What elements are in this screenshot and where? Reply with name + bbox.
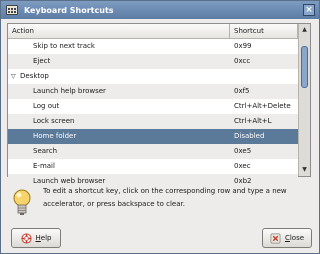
table-row[interactable]: E-mail 0xec: [8, 159, 298, 174]
action-label: Launch help browser: [33, 87, 106, 95]
expander-icon[interactable]: ▽: [11, 69, 20, 84]
action-cell: Lock screen: [8, 114, 234, 129]
table-row[interactable]: Skip to next track 0x99: [8, 39, 298, 54]
help-button[interactable]: Help: [11, 228, 61, 248]
hint-area: To edit a shortcut key, click on the cor…: [11, 185, 311, 221]
scroll-up-arrow-icon[interactable]: ▲: [299, 25, 310, 35]
title-bar[interactable]: Keyboard Shortcuts ×: [1, 1, 319, 19]
action-cell: Home folder: [8, 129, 234, 144]
action-label: Lock screen: [33, 117, 75, 125]
shortcut-cell: Ctrl+Alt+L: [234, 117, 272, 125]
table-group-row[interactable]: ▽ Desktop: [8, 69, 298, 84]
close-button[interactable]: Close: [262, 228, 312, 248]
lifebuoy-icon: [20, 232, 32, 244]
close-button-label: Close: [284, 234, 305, 242]
table-body: Skip to next track 0x99 Eject 0xcc ▽ Desktop L…: [8, 39, 298, 189]
action-cell: E-mail: [8, 159, 234, 174]
shortcut-cell: 0x99: [234, 42, 252, 50]
scrollbar-thumb[interactable]: [301, 46, 308, 88]
action-label: Eject: [33, 57, 51, 65]
shortcut-cell: Ctrl+Alt+Delete: [234, 102, 291, 110]
column-header-action[interactable]: Action: [8, 24, 230, 38]
vertical-scrollbar[interactable]: ▲ ▼: [298, 24, 310, 176]
table-row[interactable]: Launch help browser 0xf5: [8, 84, 298, 99]
shortcut-cell: 0xf5: [234, 87, 250, 95]
hint-text: To edit a shortcut key, click on the cor…: [43, 187, 287, 208]
column-header-shortcut[interactable]: Shortcut: [230, 24, 298, 38]
keyboard-icon: [6, 5, 18, 15]
shortcut-cell: 0xe5: [234, 147, 252, 155]
table-row[interactable]: Search 0xe5: [8, 144, 298, 159]
shortcut-cell: [234, 69, 298, 84]
scroll-down-arrow-icon[interactable]: ▼: [299, 165, 310, 175]
table-row[interactable]: Home folder Disabled: [8, 129, 298, 144]
table-row[interactable]: Log out Ctrl+Alt+Delete: [8, 99, 298, 114]
action-label: Launch web browser: [33, 177, 106, 185]
table-row[interactable]: Eject 0xcc: [8, 54, 298, 69]
window-title: Keyboard Shortcuts: [24, 5, 114, 15]
table-row[interactable]: Lock screen Ctrl+Alt+L: [8, 114, 298, 129]
help-button-label: Help: [35, 234, 52, 242]
shortcut-cell: 0xec: [234, 162, 251, 170]
keyboard-shortcuts-window: Keyboard Shortcuts × Action Shortcut Ski…: [0, 0, 320, 254]
shortcut-cell: 0xcc: [234, 57, 251, 65]
action-cell: Log out: [8, 99, 234, 114]
action-cell: Search: [8, 144, 234, 159]
close-icon: [270, 233, 281, 243]
action-cell: Skip to next track: [8, 39, 234, 54]
table-header: Action Shortcut: [8, 24, 298, 39]
action-label: Skip to next track: [33, 42, 95, 50]
action-label: Home folder: [33, 132, 77, 140]
action-label: Desktop: [20, 72, 49, 80]
action-label: E-mail: [33, 162, 55, 170]
action-cell: Launch help browser: [8, 84, 234, 99]
shortcuts-list[interactable]: Action Shortcut Skip to next track 0x99 Ej…: [7, 23, 311, 189]
action-label: Search: [33, 147, 58, 155]
shortcut-cell: Disabled: [234, 132, 265, 140]
action-label: Log out: [33, 102, 60, 110]
action-cell: ▽ Desktop: [8, 69, 234, 84]
action-cell: Eject: [8, 54, 234, 69]
window-close-button[interactable]: ×: [303, 4, 315, 16]
lightbulb-icon: [13, 189, 31, 215]
